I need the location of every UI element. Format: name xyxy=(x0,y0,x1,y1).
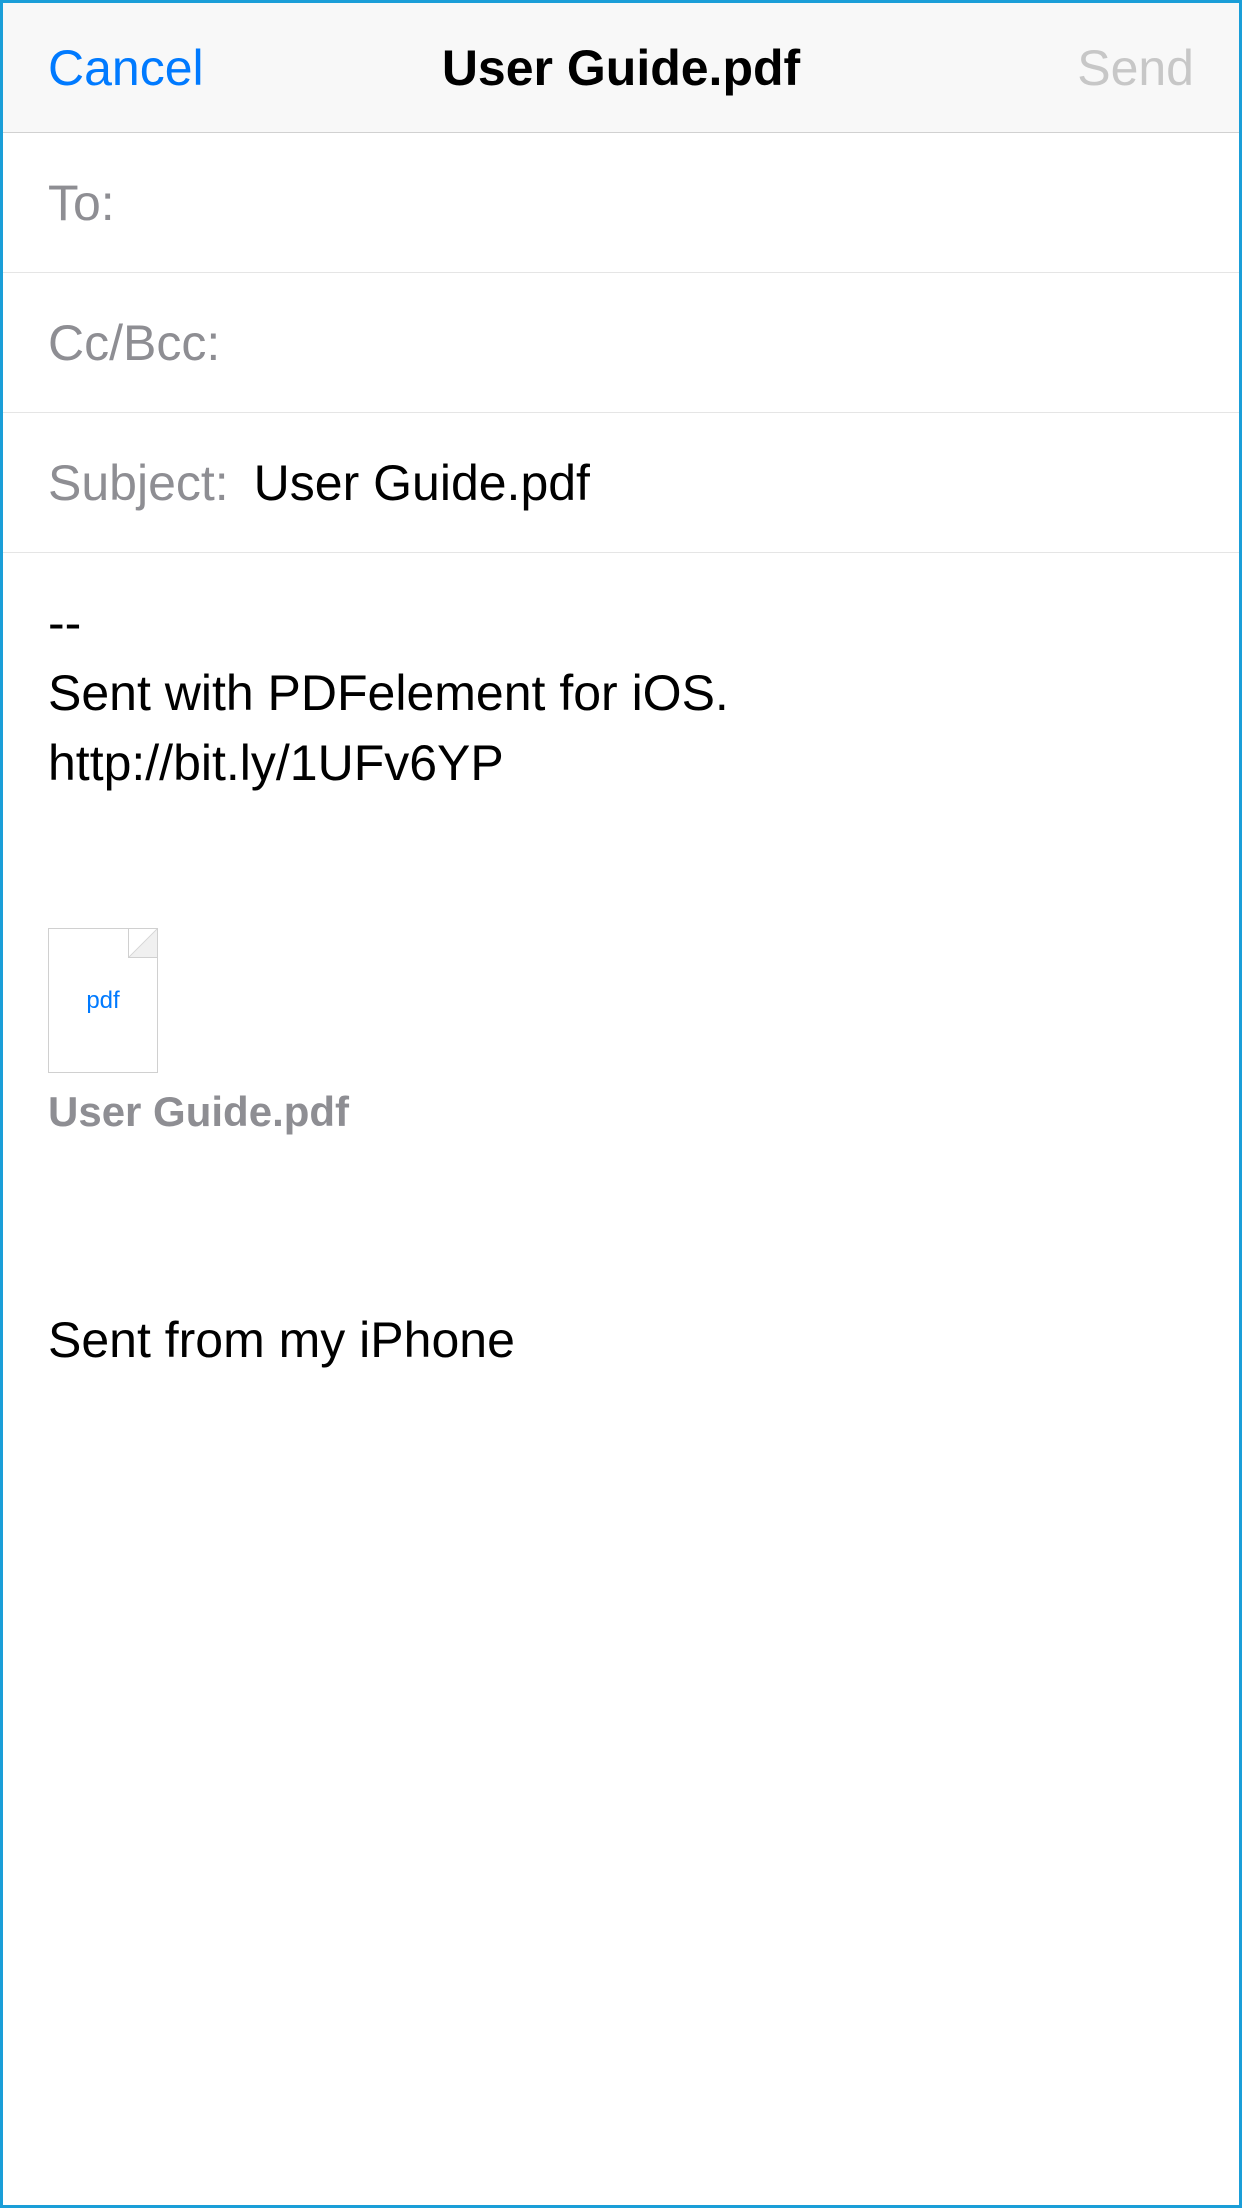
body-text[interactable]: -- Sent with PDFelement for iOS. http://… xyxy=(48,588,1194,798)
to-input[interactable] xyxy=(140,174,1194,232)
ccbcc-input[interactable] xyxy=(245,314,1194,372)
ccbcc-field-row[interactable]: Cc/Bcc: xyxy=(3,273,1239,413)
attachment-container: pdf User Guide.pdf xyxy=(48,928,1194,1136)
file-type-label: pdf xyxy=(86,987,119,1015)
email-body-area[interactable]: -- Sent with PDFelement for iOS. http://… xyxy=(3,553,1239,1404)
to-label: To: xyxy=(48,174,115,232)
nav-title: User Guide.pdf xyxy=(442,39,800,97)
subject-input[interactable] xyxy=(254,454,1194,512)
email-signature[interactable]: Sent from my iPhone xyxy=(48,1311,1194,1369)
subject-label: Subject: xyxy=(48,454,229,512)
subject-field-row[interactable]: Subject: xyxy=(3,413,1239,553)
attachment-filename: User Guide.pdf xyxy=(48,1088,1194,1136)
ccbcc-label: Cc/Bcc: xyxy=(48,314,220,372)
to-field-row[interactable]: To: xyxy=(3,133,1239,273)
send-button[interactable]: Send xyxy=(1077,39,1194,97)
cancel-button[interactable]: Cancel xyxy=(48,39,204,97)
pdf-file-icon[interactable]: pdf xyxy=(48,928,158,1073)
navigation-bar: Cancel User Guide.pdf Send xyxy=(3,3,1239,133)
